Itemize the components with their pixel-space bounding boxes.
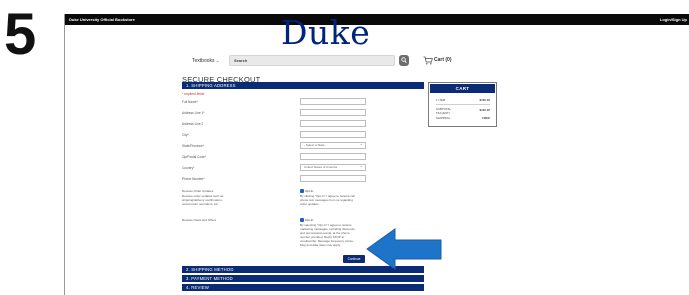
cart-shipping-label: SHIPPING — [436, 116, 450, 120]
address-line1-field[interactable] — [300, 109, 366, 116]
cart-shipping-amount: FREE — [482, 116, 490, 120]
duke-logo[interactable]: Duke — [281, 15, 370, 51]
city-field[interactable] — [300, 131, 366, 138]
pointer-arrow-icon — [366, 228, 442, 270]
phone-field[interactable] — [300, 175, 366, 182]
news-offers-label: Receive News and Offers — [182, 218, 216, 222]
zip-field[interactable] — [300, 153, 366, 160]
search-placeholder: Search — [234, 58, 248, 63]
divider — [436, 104, 490, 105]
news-offers-optin-label: Opt-In — [305, 218, 314, 222]
cart-items-amount: $160.35 — [479, 98, 490, 102]
order-updates-optin-label: Opt-In — [305, 189, 314, 193]
news-offers-desc: By selecting "Opt-In" I agree to receive… — [300, 223, 355, 247]
cart-tax-label: TAX (EST.) — [436, 111, 451, 115]
order-updates-optin[interactable]: Opt-In — [300, 189, 314, 194]
login-link[interactable]: Login/Sign Up — [660, 14, 687, 25]
chevron-down-icon: ⌄ — [215, 58, 220, 64]
section-payment-method[interactable]: 3. PAYMENT METHOD — [182, 275, 424, 282]
search-icon — [401, 57, 407, 64]
required-note: * required fields — [182, 92, 205, 96]
country-label: Country* — [182, 166, 195, 170]
top-bar: Duke University Official Bookstore Login… — [65, 14, 689, 25]
step-number: 5 — [4, 2, 37, 67]
search-button[interactable] — [399, 55, 409, 66]
address-line1-label: Address Line 1* — [182, 111, 205, 115]
section-review[interactable]: 4. REVIEW — [182, 284, 424, 291]
textbooks-label: Textbooks — [192, 58, 215, 64]
cart-summary: CART 1 ITEM $160.35 SUBTOTAL $160.35 TAX… — [428, 82, 497, 127]
full-name-label: Full Name* — [182, 100, 198, 104]
country-select[interactable]: United States of America — [300, 163, 366, 171]
textbooks-menu[interactable]: Textbooks⌄ — [192, 56, 220, 66]
continue-button[interactable]: Continue — [343, 255, 365, 263]
search-row: Textbooks⌄ Search Cart (0) — [192, 55, 492, 67]
address-line2-label: Address Line 2 — [182, 122, 204, 126]
phone-label: Phone Number* — [182, 177, 205, 181]
section-shipping-address[interactable]: 1. SHIPPING ADDRESS — [182, 82, 424, 89]
zip-label: Zip/Postal Code* — [182, 155, 206, 159]
news-offers-optin[interactable]: Opt-In — [300, 218, 314, 223]
state-label: State/Province* — [182, 144, 204, 148]
search-input[interactable]: Search — [229, 55, 395, 66]
cart-tax-row: TAX (EST.) — [436, 111, 490, 115]
cart-icon — [423, 56, 433, 65]
checkbox-icon — [300, 218, 304, 223]
cart-shipping-row: SHIPPING FREE — [436, 116, 490, 120]
store-name[interactable]: Duke University Official Bookstore — [69, 14, 135, 25]
city-label: City* — [182, 133, 189, 137]
order-updates-desc: By clicking "Opt-In" I agree to receive … — [300, 194, 355, 206]
state-select[interactable]: - Select a State - — [300, 141, 366, 149]
cart-summary-title: CART — [430, 84, 495, 93]
order-updates-sublabel: Receive order updates such as shipping/d… — [182, 194, 224, 206]
checkbox-icon — [300, 189, 304, 194]
cart-items-row: 1 ITEM $160.35 — [436, 98, 490, 102]
cart-link-label: Cart (0) — [434, 57, 452, 63]
full-name-field[interactable] — [300, 98, 366, 105]
order-updates-label: Receive Order Updates — [182, 189, 214, 193]
address-line2-field[interactable] — [300, 120, 366, 127]
cart-items-label: 1 ITEM — [436, 98, 446, 102]
